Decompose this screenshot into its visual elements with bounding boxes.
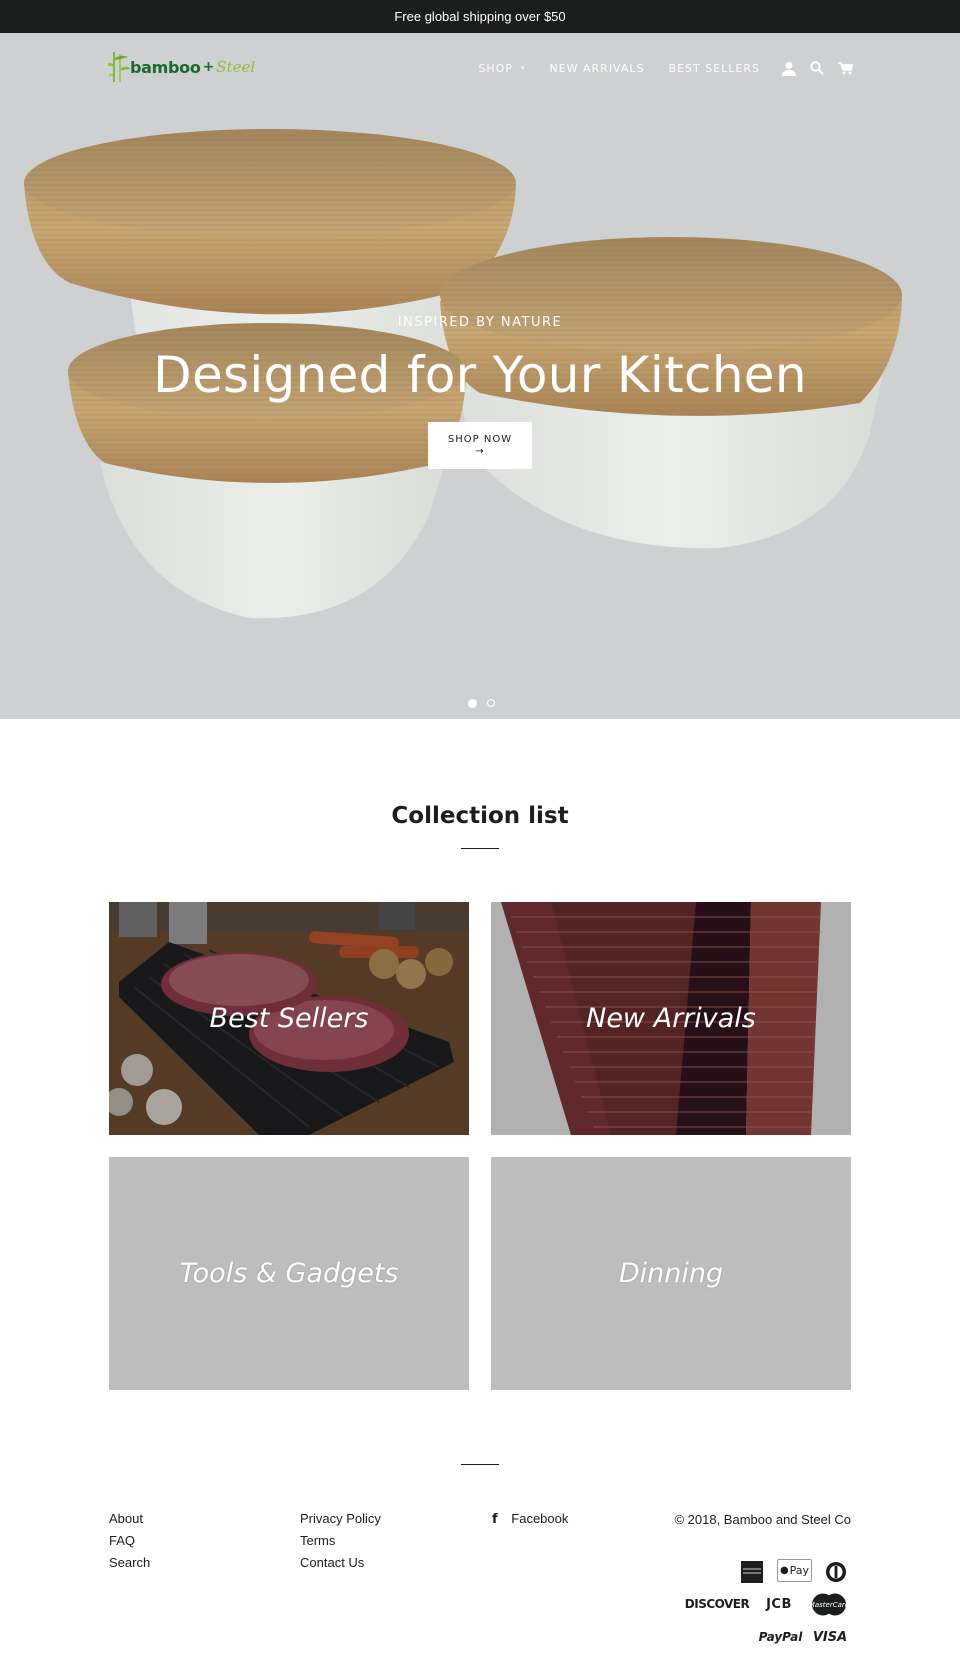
nav-new-arrivals[interactable]: NEW ARRIVALS — [549, 62, 644, 75]
shop-now-label: SHOP NOW — [447, 434, 513, 445]
nav-shop[interactable]: SHOP ▾ — [478, 62, 525, 75]
logo-plus: + — [202, 59, 215, 75]
announcement-bar: Free global shipping over $50 — [0, 0, 960, 33]
slideshow-dots — [468, 699, 505, 708]
amex-icon — [741, 1561, 763, 1583]
apple-pay-icon: ● Pay — [777, 1559, 812, 1582]
main-nav: SHOP ▾ NEW ARRIVALS BEST SELLERS — [478, 59, 960, 77]
hero-subheading: INSPIRED BY NATURE — [397, 315, 563, 330]
collection-tile-tools-gadgets[interactable]: Tools & Gadgets — [109, 1157, 469, 1390]
facebook-icon: f — [492, 1512, 498, 1527]
collection-tile-best-sellers[interactable]: Best Sellers — [109, 902, 469, 1135]
copyright-text: © 2018, Bamboo and Steel Co — [674, 1512, 851, 1527]
site-logo[interactable]: bamboo + Steel — [108, 49, 255, 85]
slide-dot-2[interactable] — [487, 699, 495, 707]
jcb-icon: JCB — [766, 1596, 792, 1612]
paypal-icon: PayPal — [758, 1630, 803, 1644]
announcement-text: Free global shipping over $50 — [394, 9, 566, 24]
logo-word-bamboo: bamboo — [130, 57, 201, 77]
mastercard-icon: MasterCard — [811, 1593, 847, 1616]
footer-links-col-1: About FAQ Search — [109, 1510, 150, 1576]
hero-title: Designed for Your Kitchen — [153, 346, 807, 404]
footer-link-search[interactable]: Search — [109, 1554, 150, 1576]
footer-link-terms[interactable]: Terms — [300, 1532, 381, 1554]
footer-link-privacy-policy[interactable]: Privacy Policy — [300, 1510, 381, 1532]
shop-now-button[interactable]: SHOP NOW → — [428, 422, 532, 469]
title-divider — [461, 848, 499, 849]
logo-word-steel: Steel — [216, 58, 256, 76]
collection-tile-new-arrivals[interactable]: New Arrivals — [491, 902, 851, 1135]
arrow-right-icon: → — [475, 446, 485, 457]
collection-list-title: Collection list — [391, 803, 569, 829]
nav-shop-label: SHOP — [478, 61, 513, 75]
footer-link-faq[interactable]: FAQ — [109, 1532, 150, 1554]
diners-club-icon — [825, 1561, 847, 1583]
facebook-label: Facebook — [511, 1511, 569, 1526]
bamboo-leaf-icon — [108, 52, 130, 82]
footer-divider — [461, 1464, 499, 1465]
site-header: bamboo + Steel SHOP ▾ NEW ARRIVALS BEST … — [0, 33, 960, 103]
footer-link-about[interactable]: About — [109, 1510, 150, 1532]
footer-social: f Facebook — [492, 1510, 568, 1532]
footer-links-col-2: Privacy Policy Terms Contact Us — [300, 1510, 381, 1576]
visa-icon: VISA — [812, 1629, 848, 1645]
header-icons — [780, 59, 864, 77]
account-icon[interactable] — [780, 59, 798, 77]
footer-link-contact-us[interactable]: Contact Us — [300, 1554, 381, 1576]
collection-label: Tools & Gadgets — [179, 1258, 399, 1289]
collection-label: New Arrivals — [586, 1003, 756, 1034]
chevron-down-icon: ▾ — [520, 64, 526, 72]
search-icon[interactable] — [808, 59, 826, 77]
slide-dot-1[interactable] — [468, 699, 477, 708]
hero-slideshow: INSPIRED BY NATURE Designed for Your Kit… — [0, 33, 960, 719]
collection-tile-dinning[interactable]: Dinning — [491, 1157, 851, 1390]
discover-icon: DISCOVER — [684, 1597, 750, 1611]
facebook-link[interactable]: f Facebook — [492, 1510, 568, 1532]
hero-text-block: INSPIRED BY NATURE Designed for Your Kit… — [0, 315, 960, 404]
collection-label: Best Sellers — [209, 1003, 369, 1034]
cart-icon[interactable] — [836, 59, 854, 77]
svg-text:MasterCard: MasterCard — [811, 1601, 847, 1609]
collection-label: Dinning — [618, 1258, 724, 1289]
nav-best-sellers[interactable]: BEST SELLERS — [669, 62, 760, 75]
